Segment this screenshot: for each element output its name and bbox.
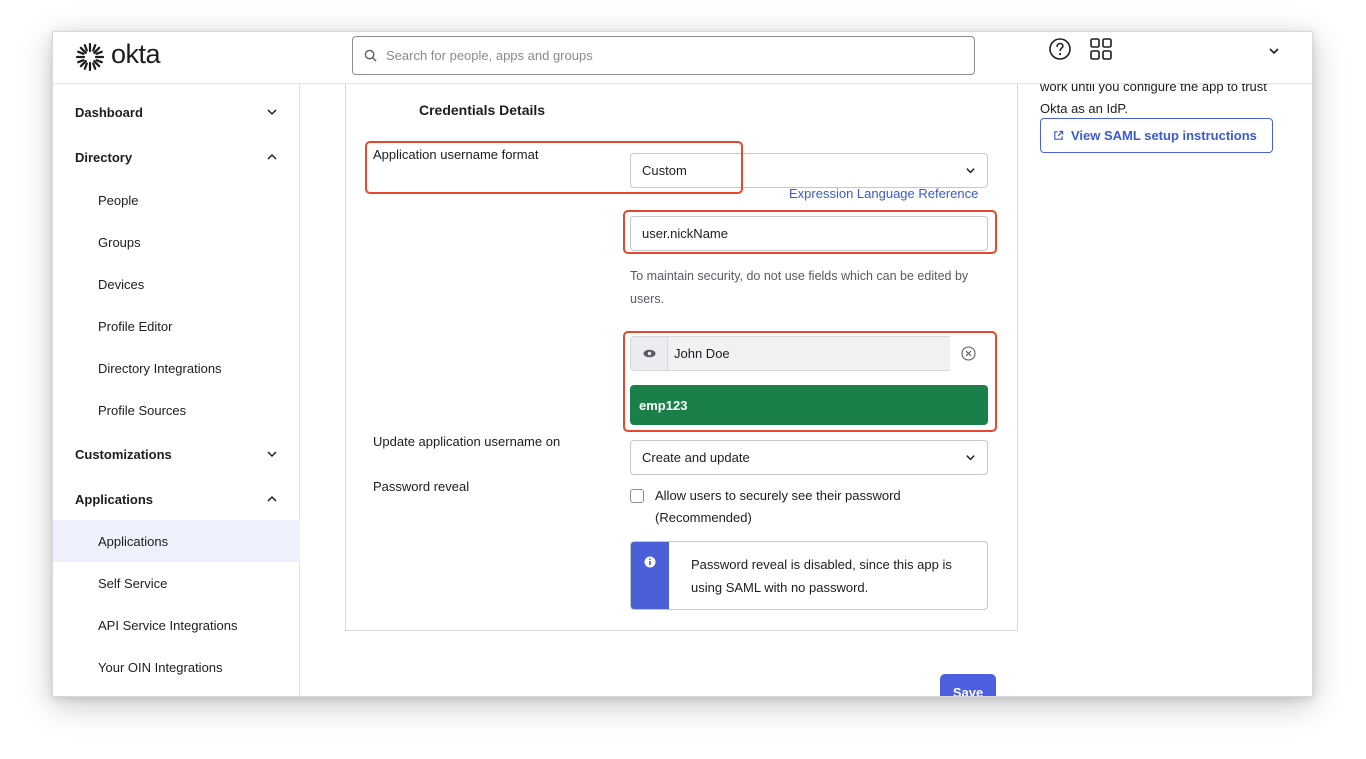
- sidebar-item-profile-sources[interactable]: Profile Sources: [53, 389, 300, 431]
- sidebar-item-self-service[interactable]: Self Service: [53, 562, 300, 604]
- sidebar-item-label: Devices: [98, 276, 145, 292]
- preview-user-value[interactable]: [674, 346, 934, 361]
- password-reveal-label: Password reveal: [373, 479, 470, 494]
- sidebar-item-your-oin-integrations[interactable]: Your OIN Integrations: [53, 646, 300, 688]
- sidebar-item-groups[interactable]: Groups: [53, 221, 300, 263]
- global-search[interactable]: [352, 36, 975, 75]
- sidebar-item-label: Groups: [98, 234, 141, 250]
- expression-language-link[interactable]: Expression Language Reference: [789, 186, 978, 201]
- username-format-select[interactable]: Custom: [630, 153, 988, 188]
- credentials-card: Credentials Details Application username…: [345, 74, 1018, 631]
- clear-icon: [961, 346, 976, 361]
- expression-input[interactable]: [630, 216, 988, 251]
- sidebar-item-label: Profile Sources: [98, 402, 187, 418]
- section-title: Credentials Details: [419, 102, 546, 118]
- apps-grid-icon[interactable]: [1089, 37, 1113, 61]
- sidebar-item-label: Directory Integrations: [98, 360, 222, 376]
- sidebar-item-label: People: [98, 192, 139, 208]
- main-content: Credentials Details Application username…: [300, 74, 1037, 696]
- chevron-up-icon: [267, 495, 277, 502]
- select-value: Create and update: [642, 450, 750, 465]
- preview-user-field: [630, 336, 987, 371]
- security-hint: To maintain security, do not use fields …: [630, 269, 969, 306]
- expression-field[interactable]: [642, 226, 962, 241]
- sidebar-item-label: API Service Integrations: [98, 617, 238, 633]
- chevron-up-icon: [267, 153, 277, 160]
- update-username-select[interactable]: Create and update: [630, 440, 988, 475]
- saml-button-label: View SAML setup instructions: [1071, 128, 1257, 143]
- sidebar-item-label: Your OIN Integrations: [98, 659, 223, 675]
- okta-admin-window: work until you configure the app to trus…: [52, 31, 1313, 697]
- password-reveal-checkbox[interactable]: [630, 489, 644, 503]
- clear-preview-button[interactable]: [950, 336, 987, 371]
- username-format-label: Application username format: [373, 147, 539, 162]
- save-button[interactable]: Save: [940, 674, 996, 696]
- search-icon: [364, 49, 377, 62]
- password-reveal-checkbox-label: Allow users to securely see their passwo…: [655, 488, 901, 525]
- notice-bar: [631, 542, 669, 609]
- password-reveal-notice: Password reveal is disabled, since this …: [630, 541, 988, 610]
- nav-group-dashboard[interactable]: Dashboard: [53, 96, 300, 128]
- search-input[interactable]: [386, 48, 946, 63]
- update-username-label: Update application username on: [373, 434, 561, 449]
- nav-group-label: Directory: [75, 149, 133, 165]
- sidebar-item-directory-integrations[interactable]: Directory Integrations: [53, 347, 300, 389]
- sidebar-item-label: Applications: [98, 533, 169, 549]
- notice-text: Password reveal is disabled, since this …: [691, 557, 952, 595]
- preview-result: emp123: [630, 385, 988, 425]
- brand-name: okta: [111, 39, 161, 69]
- okta-logo[interactable]: okta: [75, 39, 161, 72]
- eye-icon-container: [630, 336, 668, 371]
- nav-group-directory[interactable]: Directory: [53, 141, 300, 173]
- nav-group-label: Customizations: [75, 446, 172, 462]
- sidebar-item-label: Self Service: [98, 575, 168, 591]
- preview-user-input[interactable]: [668, 336, 950, 371]
- select-value: Custom: [642, 163, 687, 178]
- help-icon[interactable]: [1048, 37, 1072, 61]
- external-link-icon: [1054, 130, 1064, 140]
- chevron-down-icon: [966, 455, 975, 461]
- preview-result-value: emp123: [639, 397, 688, 413]
- sidebar-item-profile-editor[interactable]: Profile Editor: [53, 305, 300, 347]
- sidebar-item-people[interactable]: People: [53, 179, 300, 221]
- sidebar-item-devices[interactable]: Devices: [53, 263, 300, 305]
- info-icon: [644, 556, 656, 568]
- nav-group-customizations[interactable]: Customizations: [53, 438, 300, 470]
- sidebar-item-label: Profile Editor: [98, 318, 173, 334]
- nav-group-label: Applications: [75, 491, 154, 507]
- sidebar-item-api-service-integrations[interactable]: API Service Integrations: [53, 604, 300, 646]
- user-menu-chevron-icon[interactable]: [1267, 44, 1281, 58]
- chevron-down-icon: [267, 109, 277, 116]
- sidebar-item-applications[interactable]: Applications: [53, 520, 300, 562]
- eye-icon: [643, 349, 655, 358]
- view-saml-instructions-button[interactable]: View SAML setup instructions: [1040, 118, 1273, 153]
- sidebar-nav: Dashboard Directory People Groups Device…: [53, 84, 300, 696]
- nav-group-label: Dashboard: [75, 104, 143, 120]
- top-bar: okta: [53, 32, 1312, 84]
- chevron-down-icon: [966, 168, 975, 174]
- okta-logo-icon: [75, 42, 105, 71]
- nav-group-applications[interactable]: Applications: [53, 483, 300, 515]
- chevron-down-icon: [267, 451, 277, 458]
